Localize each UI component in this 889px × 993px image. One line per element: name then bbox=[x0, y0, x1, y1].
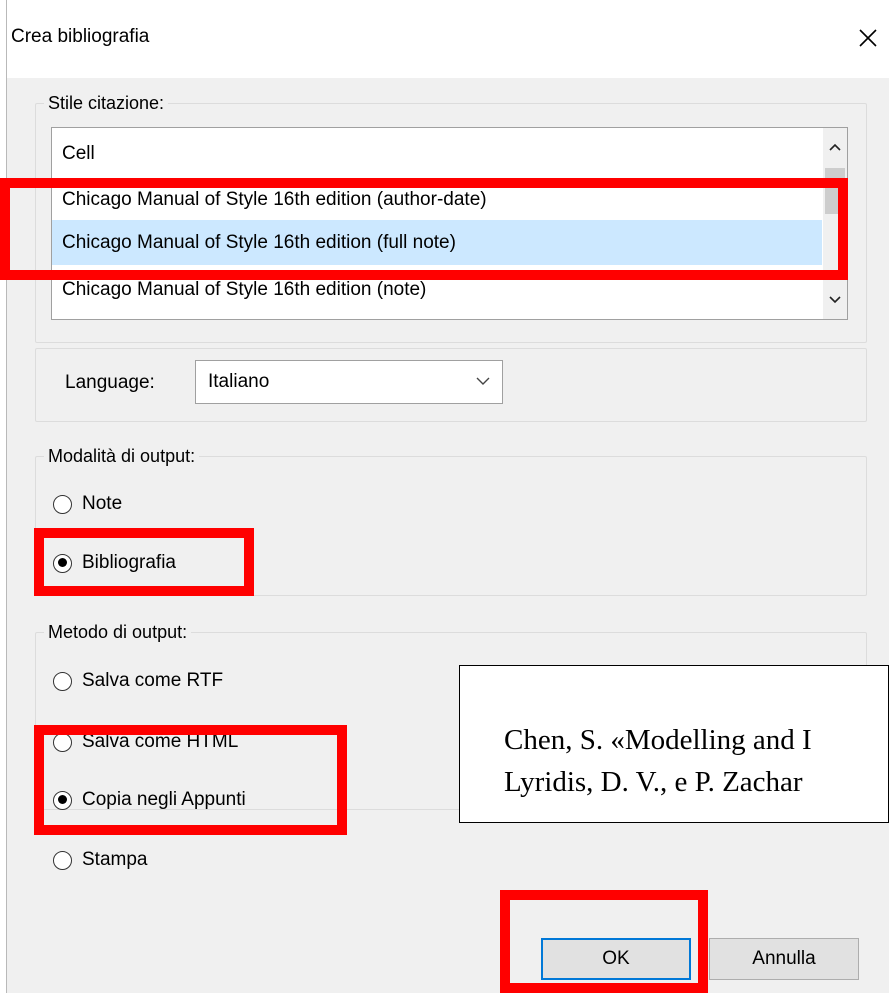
create-bibliography-dialog: Crea bibliografia Stile citazione: Cell … bbox=[6, 0, 889, 993]
ok-button[interactable]: OK bbox=[541, 938, 691, 980]
radio-checked-icon bbox=[53, 553, 72, 573]
radio-unchecked-icon bbox=[53, 850, 72, 870]
radio-unchecked-icon bbox=[53, 494, 72, 514]
chevron-down-icon bbox=[476, 377, 490, 385]
radio-save-rtf[interactable]: Salva come RTF bbox=[53, 666, 223, 696]
style-item-chicago-full-note[interactable]: Chicago Manual of Style 16th edition (fu… bbox=[52, 220, 822, 265]
language-select[interactable]: Italiano bbox=[195, 360, 503, 404]
close-x-icon bbox=[859, 29, 877, 47]
radio-save-html[interactable]: Salva come HTML bbox=[53, 727, 238, 757]
output-method-label: Metodo di output: bbox=[44, 621, 192, 643]
radio-copy-clipboard-label: Copia negli Appunti bbox=[82, 789, 246, 810]
language-label: Language: bbox=[65, 372, 155, 393]
radio-copy-clipboard[interactable]: Copia negli Appunti bbox=[53, 785, 246, 815]
title-bar: Crea bibliografia bbox=[7, 0, 889, 78]
citation-style-label: Stile citazione: bbox=[44, 92, 169, 114]
radio-print[interactable]: Stampa bbox=[53, 845, 147, 875]
scroll-up-button[interactable] bbox=[823, 136, 847, 158]
radio-print-label: Stampa bbox=[82, 849, 148, 870]
style-item-cell[interactable]: Cell bbox=[52, 131, 822, 176]
close-button[interactable] bbox=[846, 18, 889, 58]
chevron-down-icon bbox=[829, 296, 841, 304]
radio-note[interactable]: Note bbox=[53, 489, 122, 519]
radio-unchecked-icon bbox=[53, 732, 72, 752]
radio-save-rtf-label: Salva come RTF bbox=[82, 670, 224, 691]
radio-bibliografia[interactable]: Bibliografia bbox=[53, 548, 176, 578]
style-item-chicago-author-date[interactable]: Chicago Manual of Style 16th edition (au… bbox=[52, 177, 822, 222]
citation-style-list[interactable]: Cell Chicago Manual of Style 16th editio… bbox=[51, 127, 848, 320]
language-value: Italiano bbox=[208, 371, 270, 392]
style-item-chicago-note[interactable]: Chicago Manual of Style 16th edition (no… bbox=[52, 267, 822, 312]
preview-line-2: Lyridis, D. V., e P. Zachar bbox=[504, 766, 803, 798]
scroll-thumb[interactable] bbox=[825, 168, 845, 214]
output-mode-label: Modalità di output: bbox=[44, 445, 200, 467]
cancel-button[interactable]: Annulla bbox=[709, 938, 859, 980]
chevron-up-icon bbox=[829, 143, 841, 151]
radio-save-html-label: Salva come HTML bbox=[82, 731, 239, 752]
radio-checked-icon bbox=[53, 790, 72, 810]
dialog-title: Crea bibliografia bbox=[11, 26, 150, 47]
list-scrollbar[interactable] bbox=[823, 128, 847, 319]
radio-note-label: Note bbox=[82, 493, 123, 514]
radio-bibliografia-label: Bibliografia bbox=[82, 552, 176, 573]
bibliography-preview: Chen, S. «Modelling and I Lyridis, D. V.… bbox=[459, 665, 889, 823]
radio-unchecked-icon bbox=[53, 671, 72, 691]
scroll-down-button[interactable] bbox=[823, 289, 847, 311]
preview-line-1: Chen, S. «Modelling and I bbox=[504, 724, 812, 756]
